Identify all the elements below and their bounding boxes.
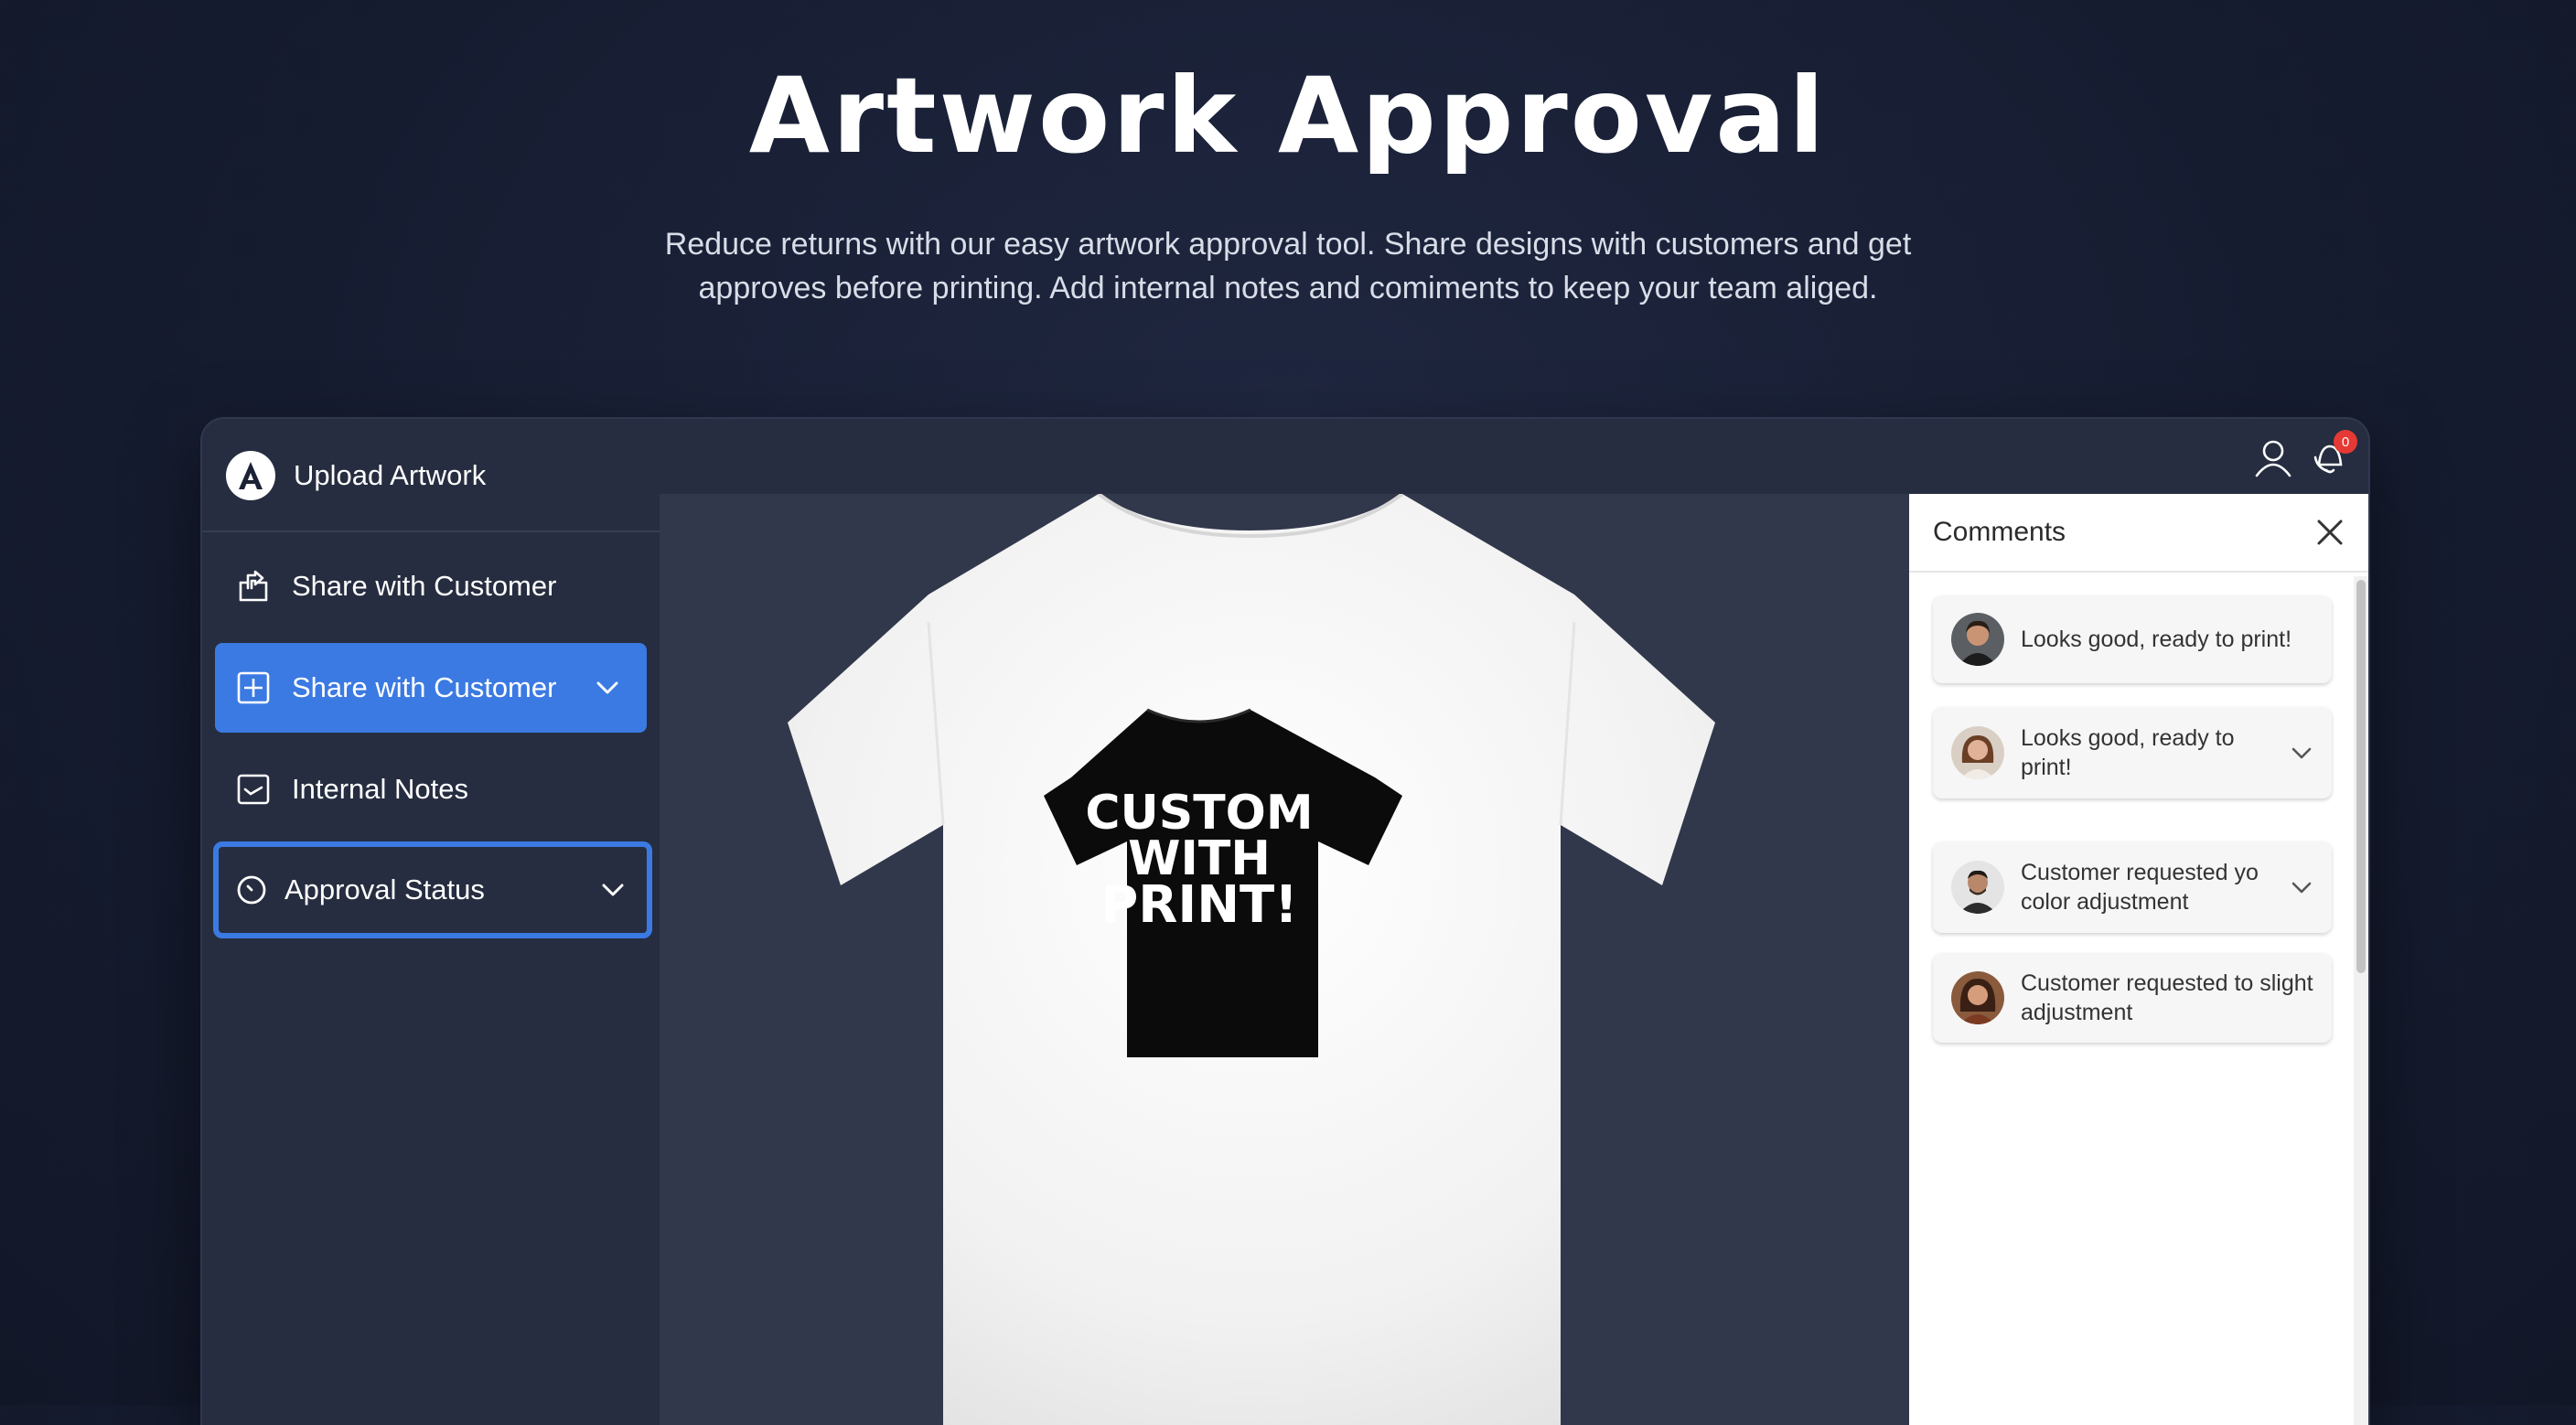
comments-header: Comments xyxy=(1909,494,2368,573)
chevron-down-icon[interactable] xyxy=(2288,873,2315,901)
comment-item[interactable]: Customer requested yo color adjustment xyxy=(1933,841,2332,933)
tshirt-mockup: CUSTOM WITH PRINT! xyxy=(788,494,1715,1425)
brand-a-icon xyxy=(239,462,263,489)
sidebar-item-label: Share with Customer xyxy=(292,570,557,602)
subtitle-line-2: approves before printing. Add internal n… xyxy=(698,271,1878,305)
sidebar-item-label: Share with Customer xyxy=(292,671,557,703)
chevron-down-icon[interactable] xyxy=(597,874,628,905)
comment-item[interactable]: Looks good, ready to print! xyxy=(1933,707,2332,798)
comment-text: Looks good, ready to print! xyxy=(2021,627,2292,652)
brand-label: Upload Artwork xyxy=(294,459,487,491)
sidebar-item-internal-notes[interactable]: Internal Notes xyxy=(215,745,647,834)
sidebar-item-label: Internal Notes xyxy=(292,773,468,805)
comments-panel: Comments Looks good, ready to print! Loo… xyxy=(1909,494,2368,1425)
bell-icon[interactable]: 0 xyxy=(2308,430,2357,479)
notification-badge: 0 xyxy=(2334,430,2357,454)
share-upload-icon xyxy=(235,568,272,605)
comment-item[interactable]: Customer requested to slight adjustment xyxy=(1933,953,2332,1043)
comment-text: Looks good, ready to print! xyxy=(2021,725,2235,780)
chevron-down-icon[interactable] xyxy=(592,672,623,703)
sidebar-item-share-with-customer-active[interactable]: Share with Customer xyxy=(215,643,647,733)
avatar xyxy=(1951,971,2004,1024)
header-icons: 0 xyxy=(2238,430,2357,479)
avatar xyxy=(1951,726,2004,779)
scrollbar-thumb[interactable] xyxy=(2356,580,2366,973)
user-icon[interactable] xyxy=(2251,435,2295,479)
comment-text: Customer requested yo color adjustment xyxy=(2021,860,2259,915)
print-line-3: PRINT! xyxy=(1100,875,1298,935)
artwork-canvas[interactable]: CUSTOM WITH PRINT! xyxy=(660,494,1909,1425)
comments-scrollbar[interactable] xyxy=(2354,576,2368,1425)
subtitle-line-1: Reduce returns with our easy artwork app… xyxy=(664,227,1912,262)
page-subtitle: Reduce returns with our easy artwork app… xyxy=(648,222,1928,310)
comment-item[interactable]: Looks good, ready to print! xyxy=(1933,595,2332,683)
upload-artwork-button[interactable]: Upload Artwork xyxy=(226,450,486,501)
avatar xyxy=(1951,861,2004,914)
comment-text: Customer requested to slight adjustment xyxy=(2021,970,2313,1025)
plus-square-icon xyxy=(235,670,272,706)
sidebar: Upload Artwork Share with Customer Share… xyxy=(202,419,660,1425)
brand-logo xyxy=(226,451,275,500)
sidebar-item-label: Approval Status xyxy=(284,873,485,905)
avatar xyxy=(1951,613,2004,666)
page-title: Artwork Approval xyxy=(748,55,1828,177)
sidebar-divider xyxy=(202,530,660,532)
comments-title: Comments xyxy=(1933,517,2066,547)
app-window: Upload Artwork Share with Customer Share… xyxy=(202,419,2368,1425)
chevron-down-icon[interactable] xyxy=(2288,739,2315,766)
close-icon[interactable] xyxy=(2312,514,2348,551)
clock-icon xyxy=(233,872,270,908)
notes-icon xyxy=(235,771,272,808)
sidebar-item-share-with-customer[interactable]: Share with Customer xyxy=(215,541,647,631)
sidebar-item-approval-status[interactable]: Approval Status xyxy=(213,841,652,938)
